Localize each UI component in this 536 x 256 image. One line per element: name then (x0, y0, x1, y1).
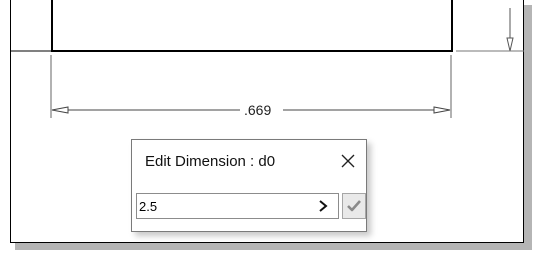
checkmark-icon (347, 200, 361, 212)
dimension-value-input[interactable] (136, 193, 339, 219)
expand-button[interactable] (310, 194, 336, 218)
dimension-value[interactable]: .669 (244, 102, 271, 118)
edit-dimension-dialog: Edit Dimension : d0 (131, 139, 367, 232)
part-outline[interactable] (51, 0, 453, 52)
confirm-button[interactable] (342, 193, 366, 219)
vertical-dimension-arrow (506, 37, 514, 52)
dialog-title: Edit Dimension : d0 (145, 153, 276, 170)
close-icon (341, 154, 355, 168)
dimension-arrow-right (433, 106, 451, 114)
chevron-right-icon (319, 200, 328, 212)
dimension-arrow-left (51, 106, 69, 114)
close-button[interactable] (335, 148, 361, 174)
